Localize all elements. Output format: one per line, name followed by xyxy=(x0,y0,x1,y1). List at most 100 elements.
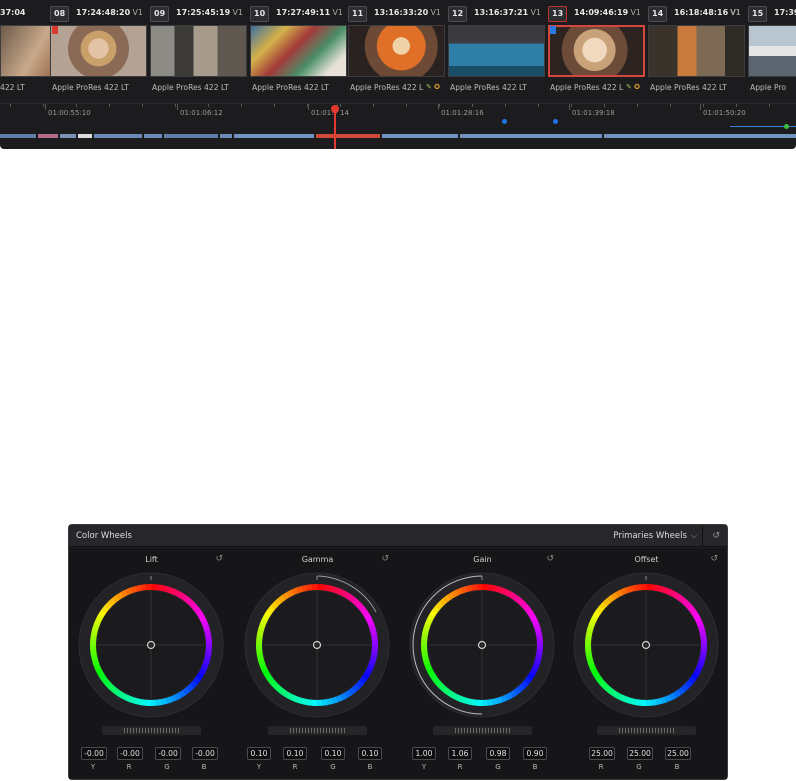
value-field-g[interactable]: -0.00 xyxy=(155,747,181,760)
timeline-marker[interactable] xyxy=(502,119,507,124)
clip-thumbnail[interactable] xyxy=(150,25,247,77)
color-wheel[interactable] xyxy=(242,570,392,720)
timeline-clip[interactable]: 11 13:16:33:20 V1 Apple ProRes 422 L ✎ ✪ xyxy=(348,0,447,101)
clip-thumbnail[interactable] xyxy=(648,25,745,77)
color-ring-segment xyxy=(596,605,605,614)
color-wheel[interactable] xyxy=(407,570,557,720)
master-wheel-slider[interactable] xyxy=(268,726,367,735)
color-ring-segment xyxy=(664,587,673,596)
value-field-g[interactable]: 25.00 xyxy=(627,747,653,760)
value-field-r[interactable]: 25.00 xyxy=(589,747,615,760)
color-ring-segment xyxy=(178,592,187,601)
color-wheel[interactable] xyxy=(76,570,226,720)
wheel-offset: Offset ↺ 25.00 R 25.00 G 25.00 B xyxy=(564,548,729,779)
timeline-clip[interactable]: 37:04 422 LT xyxy=(0,0,97,101)
value-field-b[interactable]: 0.90 xyxy=(523,747,547,760)
color-ring-segment xyxy=(421,628,429,636)
value-field-r[interactable]: -0.00 xyxy=(117,747,143,760)
value-field-y[interactable]: -0.00 xyxy=(81,747,107,760)
clip-number-badge: 15 xyxy=(748,6,768,22)
clip-thumbnail[interactable] xyxy=(748,25,796,77)
ruler-minor-tick xyxy=(274,104,275,107)
value-label: B xyxy=(532,763,538,771)
color-ring-segment xyxy=(97,672,106,680)
reset-icon[interactable]: ↺ xyxy=(215,554,223,564)
color-ring-segment xyxy=(446,689,455,698)
timeline-marker[interactable] xyxy=(784,124,789,129)
color-ring-segment xyxy=(585,649,592,656)
ruler-minor-tick xyxy=(769,104,770,107)
master-wheel-slider[interactable] xyxy=(433,726,532,735)
clip-timecode: 13:16:37:21 xyxy=(474,8,529,17)
mini-track-segment xyxy=(234,134,314,138)
color-ring-segment xyxy=(173,692,182,701)
value-field-b[interactable]: 25.00 xyxy=(665,747,691,760)
ruler-minor-tick xyxy=(604,104,605,107)
mini-track-segment xyxy=(60,134,76,138)
master-wheel-slider[interactable] xyxy=(597,726,696,735)
color-ring-segment xyxy=(335,587,344,596)
ruler-minor-tick xyxy=(175,104,176,107)
clip-thumbnail[interactable] xyxy=(250,25,347,77)
color-wheel[interactable] xyxy=(571,570,721,720)
value-field-b[interactable]: 0.10 xyxy=(358,747,382,760)
timeline-clip[interactable]: 13 14:09:46:19 V1 Apple ProRes 422 L ✎ ✪ xyxy=(548,0,647,101)
color-ring-segment xyxy=(186,598,195,607)
timeline-clip[interactable]: 15 17:39 V1 Apple Pro xyxy=(730,0,796,101)
color-ring-segment xyxy=(491,584,499,592)
color-ring-segment xyxy=(296,585,304,594)
color-ring-segment xyxy=(619,694,628,703)
ruler-minor-tick xyxy=(10,104,11,107)
color-ring-segment xyxy=(204,629,212,636)
value-field-g[interactable]: 0.10 xyxy=(321,747,345,760)
mini-track-segment xyxy=(220,134,232,138)
clip-thumbnail-strip: 37:04 422 LT 08 17:24:48:20 V1 Apple ProRes 4… xyxy=(0,0,796,101)
wheel-mode-dropdown[interactable]: Primaries Wheels ⌵ xyxy=(613,525,701,547)
reset-all-icon[interactable]: ↺ xyxy=(712,531,720,541)
clip-thumbnail[interactable] xyxy=(448,25,545,77)
fx-icon: ✪ xyxy=(634,83,640,91)
timeline-clip[interactable]: 10 17:27:49:11 V1 Apple ProRes 422 LT xyxy=(250,0,349,101)
value-field-b[interactable]: -0.00 xyxy=(192,747,218,760)
color-ring-segment xyxy=(681,598,690,607)
reset-icon[interactable]: ↺ xyxy=(710,554,718,564)
color-ring-segment xyxy=(660,586,668,594)
timeline-clip[interactable]: 09 17:25:45:19 V1 Apple ProRes 422 LT xyxy=(150,0,249,101)
color-ring-segment xyxy=(125,587,133,596)
value-field-y[interactable]: 1.00 xyxy=(412,747,436,760)
reset-icon[interactable]: ↺ xyxy=(546,554,554,564)
color-ring-segment xyxy=(630,584,637,592)
ruler-minor-tick xyxy=(439,104,440,107)
reset-icon[interactable]: ↺ xyxy=(381,554,389,564)
timeline-clip[interactable]: 12 13:16:37:21 V1 Apple ProRes 422 LT xyxy=(448,0,547,101)
color-ring-segment xyxy=(301,584,308,592)
mini-timeline-track[interactable] xyxy=(0,134,796,139)
color-ring-segment xyxy=(139,699,147,706)
color-ring-segment xyxy=(428,672,437,680)
panel-header: Color Wheels Primaries Wheels ⌵ ↺ xyxy=(69,525,727,547)
clip-thumbnail[interactable] xyxy=(548,25,645,77)
value-field-g[interactable]: 0.98 xyxy=(486,747,510,760)
color-ring-segment xyxy=(200,663,209,672)
ruler-minor-tick xyxy=(571,104,572,107)
clip-thumbnail[interactable] xyxy=(348,25,445,77)
color-ring-segment xyxy=(529,668,538,676)
timeline-clip[interactable]: 08 17:24:48:20 V1 Apple ProRes 422 LT xyxy=(50,0,149,101)
value-field-y[interactable]: 0.10 xyxy=(247,747,271,760)
clip-timecode: 14:09:46:19 xyxy=(574,8,629,17)
wheel-title: Gain xyxy=(473,555,492,564)
clip-thumbnail[interactable] xyxy=(50,25,147,77)
chevron-down-icon: ⌵ xyxy=(690,531,697,540)
ruler-minor-tick xyxy=(43,104,44,107)
color-ring-segment xyxy=(107,597,116,607)
color-ring-segment xyxy=(107,683,116,692)
value-field-r[interactable]: 0.10 xyxy=(283,747,307,760)
wheels-body: Lift ↺ -0.00 Y -0.00 R -0.00 G -0.00 B Gamma ↺ 0.10 Y… xyxy=(69,548,727,779)
master-wheel-slider[interactable] xyxy=(102,726,201,735)
timeline-marker[interactable] xyxy=(553,119,558,124)
playhead-line[interactable] xyxy=(334,110,336,149)
color-ring-segment xyxy=(592,672,601,680)
value-field-r[interactable]: 1.06 xyxy=(448,747,472,760)
ruler-timecode-label: 14 xyxy=(340,109,349,117)
timecode-ruler[interactable]: 01:00:55:10 01:01:06:12 01:01: 14 01:01:28:1… xyxy=(0,103,796,125)
